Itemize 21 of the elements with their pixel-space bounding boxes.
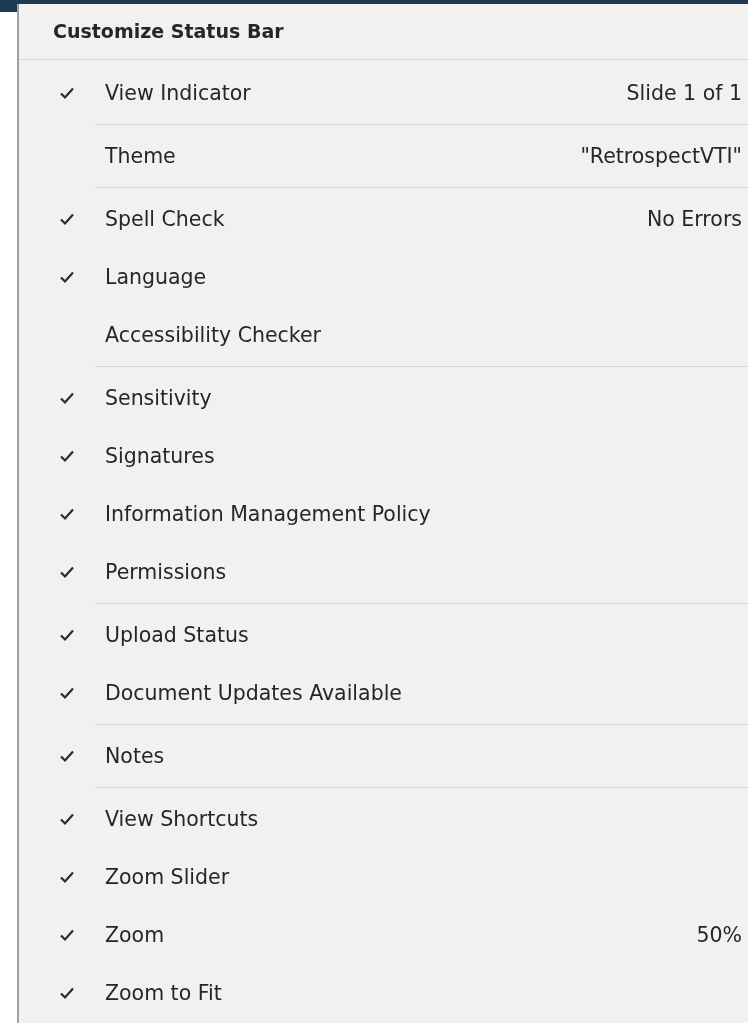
menu-item[interactable]: Document Updates Available bbox=[105, 681, 402, 705]
menu-item[interactable]: Language bbox=[105, 265, 207, 289]
menu-item[interactable]: Theme bbox=[105, 144, 176, 168]
menu-item[interactable]: Spell Check bbox=[105, 207, 225, 231]
menu-item[interactable]: Permissions bbox=[105, 560, 227, 584]
item-value: Slide 1 of 1 bbox=[626, 81, 743, 105]
item-value: "RetrospectVTI" bbox=[580, 144, 743, 168]
menu-item[interactable]: View Indicator bbox=[105, 81, 251, 105]
menu-title: Customize Status Bar bbox=[52, 19, 285, 44]
menu-item[interactable]: Sensitivity bbox=[105, 386, 212, 410]
menu-item[interactable]: Accessibility Checker bbox=[105, 323, 322, 347]
menu-item[interactable]: Upload Status bbox=[105, 623, 249, 647]
menu-item[interactable]: Zoom to Fit bbox=[105, 981, 222, 1005]
menu-item[interactable]: Signatures bbox=[105, 444, 215, 468]
menu-item[interactable]: Notes bbox=[105, 744, 165, 768]
item-value: No Errors bbox=[646, 207, 743, 231]
menu-item[interactable]: View Shortcuts bbox=[105, 807, 259, 831]
menu-item[interactable]: Zoom bbox=[105, 923, 165, 947]
menu-item[interactable]: Information Management Policy bbox=[105, 502, 431, 526]
item-value: 50% bbox=[696, 923, 743, 947]
menu-item[interactable]: Zoom Slider bbox=[105, 865, 230, 889]
